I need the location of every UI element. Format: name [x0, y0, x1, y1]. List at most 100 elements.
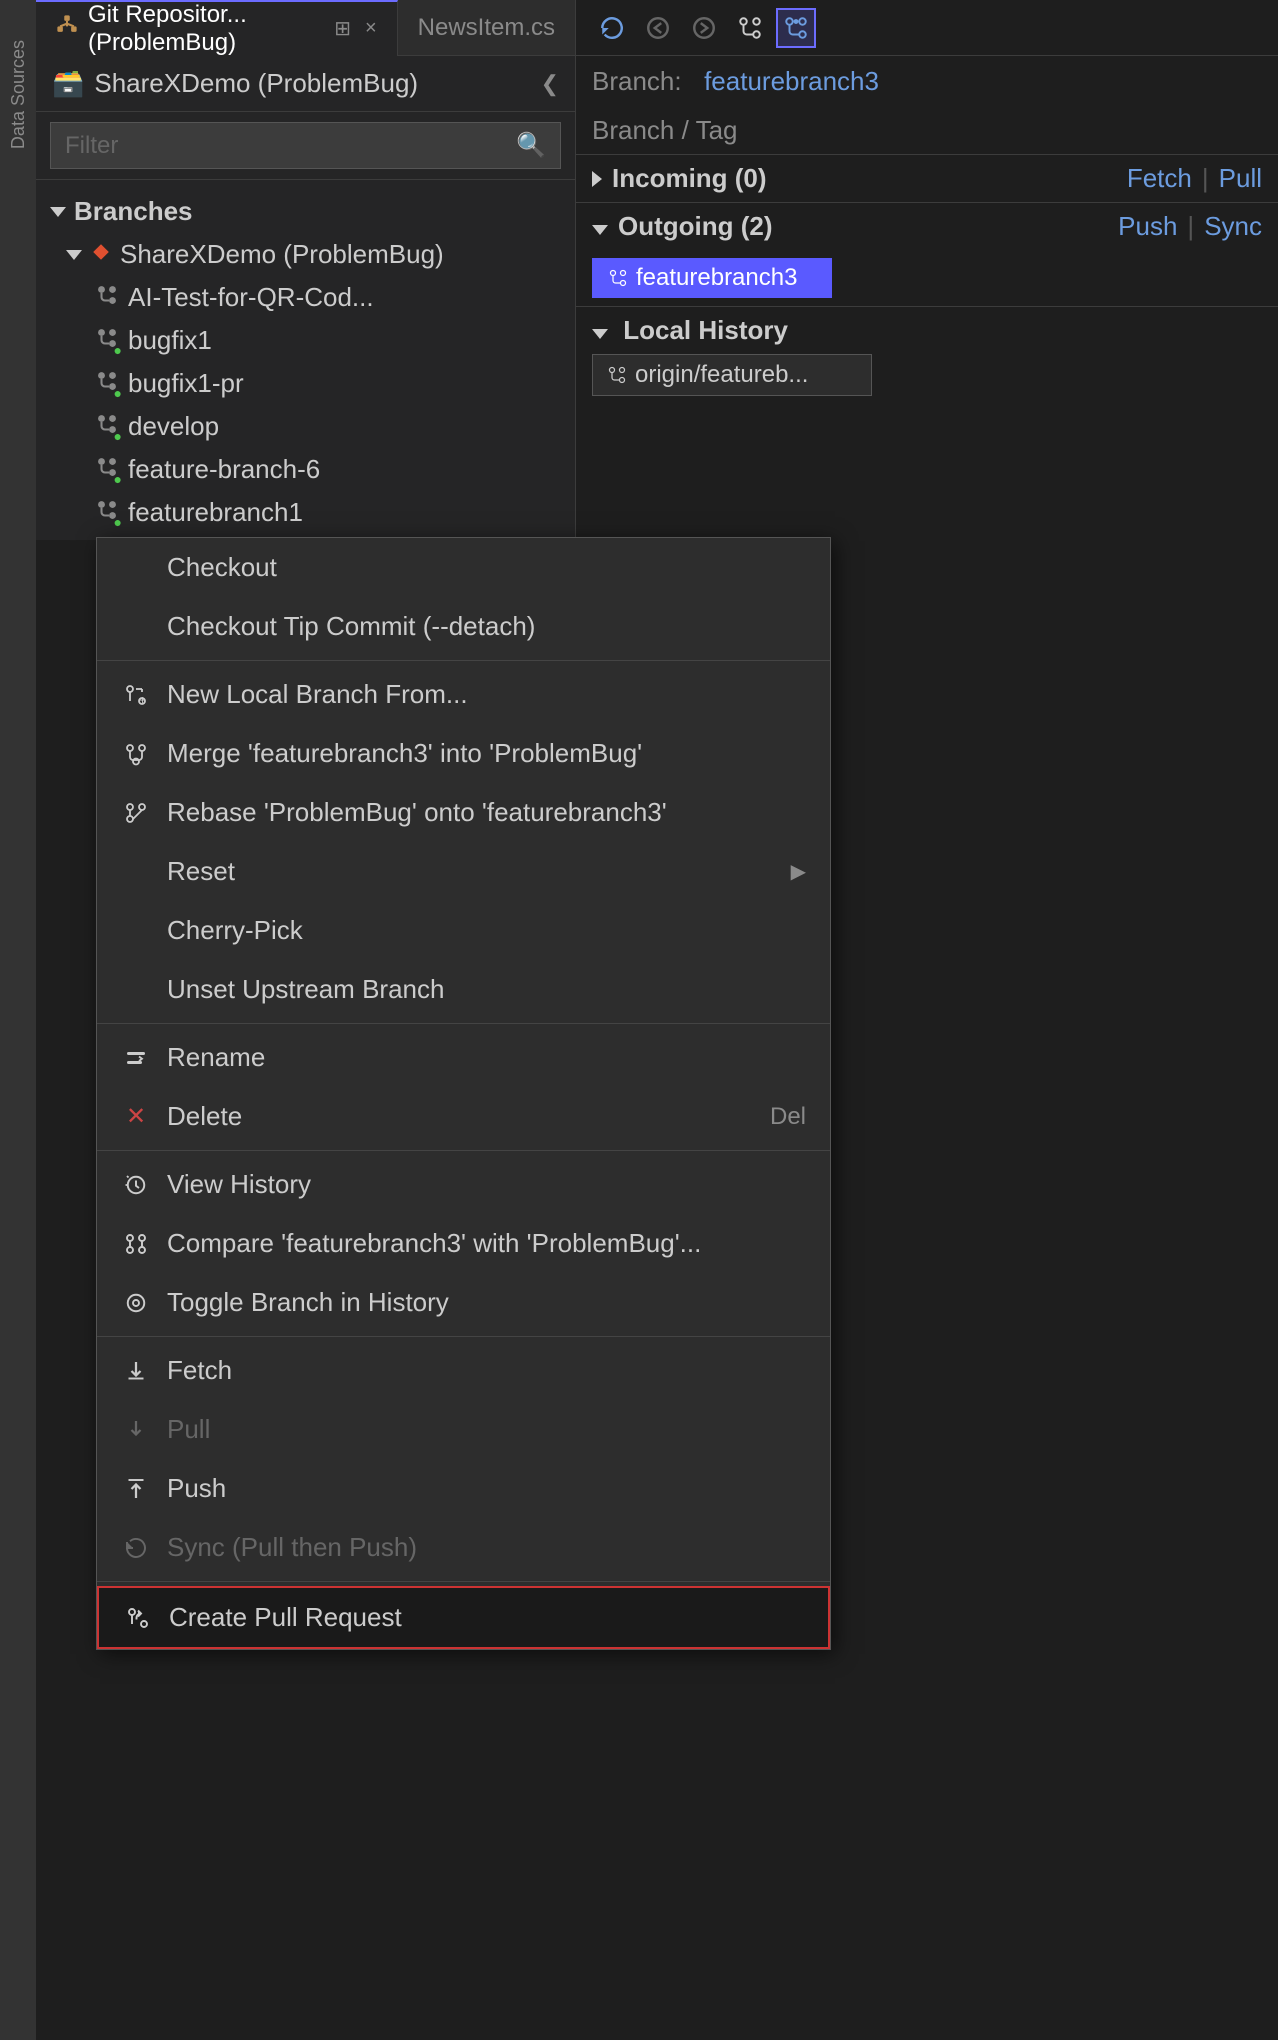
divider-1: [97, 660, 830, 661]
menu-cherry-pick[interactable]: Cherry-Pick: [97, 901, 830, 960]
merge-icon: [121, 742, 151, 766]
branch-item-3[interactable]: ● develop: [36, 405, 575, 448]
menu-rebase-label: Rebase 'ProblemBug' onto 'featurebranch3…: [167, 797, 806, 828]
menu-merge[interactable]: Merge 'featurebranch3' into 'ProblemBug': [97, 724, 830, 783]
outgoing-divider: |: [1187, 211, 1194, 242]
menu-new-branch[interactable]: + New Local Branch From...: [97, 665, 830, 724]
local-history-label: Local History: [623, 315, 788, 345]
menu-delete[interactable]: ✕ Delete Del: [97, 1087, 830, 1146]
branches-label: Branches: [74, 196, 193, 227]
tab-newsitem[interactable]: NewsItem.cs: [398, 0, 575, 56]
fetch-button[interactable]: Fetch: [1127, 163, 1192, 194]
divider-5: [97, 1581, 830, 1582]
branch-icon-4: ●: [96, 454, 118, 485]
repo-collapse-icon[interactable]: ❮: [541, 71, 559, 97]
divider-4: [97, 1336, 830, 1337]
branch-icon-3: ●: [96, 411, 118, 442]
divider-2: [97, 1023, 830, 1024]
pull-icon: [121, 1418, 151, 1442]
rename-icon: [121, 1046, 151, 1070]
menu-reset[interactable]: Reset ▶: [97, 842, 830, 901]
tab-git-repo[interactable]: Git Repositor... (ProblemBug) ⊞ ×: [36, 0, 398, 56]
local-history-header: Local History: [592, 315, 1262, 346]
menu-toggle-branch-history[interactable]: Toggle Branch in History: [97, 1273, 830, 1332]
menu-view-history[interactable]: View History: [97, 1155, 830, 1214]
menu-cherry-pick-label: Cherry-Pick: [167, 915, 806, 946]
filter-bar: Filter 🔍: [36, 112, 575, 180]
menu-checkout-tip[interactable]: Checkout Tip Commit (--detach): [97, 597, 830, 656]
right-panel: Branch: featurebranch3 Branch / Tag Inco…: [576, 0, 1278, 540]
push-icon: [121, 1477, 151, 1501]
menu-push[interactable]: Push: [97, 1459, 830, 1518]
branch-item-2[interactable]: ● bugfix1-pr: [36, 362, 575, 405]
menu-rebase[interactable]: Rebase 'ProblemBug' onto 'featurebranch3…: [97, 783, 830, 842]
fetch-icon: [121, 1359, 151, 1383]
delete-icon: ✕: [121, 1102, 151, 1131]
branch-info: Branch: featurebranch3: [576, 56, 1278, 107]
menu-create-pr[interactable]: Create Pull Request: [97, 1586, 830, 1649]
menu-pull[interactable]: Pull: [97, 1400, 830, 1459]
branch-item-5[interactable]: ● featurebranch1: [36, 491, 575, 534]
branch-chip[interactable]: featurebranch3: [592, 258, 832, 298]
menu-reset-label: Reset: [167, 856, 775, 887]
forward-button[interactable]: [684, 8, 724, 48]
rebase-icon: [121, 801, 151, 825]
outgoing-row: Outgoing (2) Push | Sync: [576, 203, 1278, 250]
menu-sync[interactable]: Sync (Pull then Push): [97, 1518, 830, 1577]
outgoing-expand-icon: [592, 211, 608, 242]
branch-tag-label: Branch / Tag: [592, 115, 738, 145]
branch-graph-button[interactable]: [730, 8, 770, 48]
origin-chip-label: origin/featureb...: [635, 361, 808, 389]
menu-view-history-label: View History: [167, 1169, 806, 1200]
incoming-actions: Fetch | Pull: [1127, 163, 1262, 194]
menu-fetch[interactable]: Fetch: [97, 1341, 830, 1400]
menu-checkout[interactable]: Checkout: [97, 538, 830, 597]
back-button[interactable]: [638, 8, 678, 48]
origin-chip[interactable]: origin/featureb...: [592, 354, 872, 396]
filter-placeholder: Filter: [65, 132, 118, 160]
branch-item-4[interactable]: ● feature-branch-6: [36, 448, 575, 491]
branches-header[interactable]: Branches: [36, 190, 575, 233]
branch-item-0[interactable]: AI-Test-for-QR-Cod...: [36, 276, 575, 319]
menu-sync-label: Sync (Pull then Push): [167, 1532, 806, 1563]
tab-bar: Git Repositor... (ProblemBug) ⊞ × NewsIt…: [36, 0, 575, 56]
menu-delete-label: Delete: [167, 1101, 754, 1132]
menu-compare-label: Compare 'featurebranch3' with 'ProblemBu…: [167, 1228, 806, 1259]
branch-view-button[interactable]: [776, 8, 816, 48]
repo-icon: 🗃️: [52, 68, 84, 99]
tab-pin-icon: ⊞: [334, 16, 351, 41]
compare-icon: [121, 1232, 151, 1256]
tab-close-icon[interactable]: ×: [365, 17, 377, 40]
menu-new-branch-label: New Local Branch From...: [167, 679, 806, 710]
repo-header[interactable]: 🗃️ ShareXDemo (ProblemBug) ❮: [36, 56, 575, 112]
menu-compare[interactable]: Compare 'featurebranch3' with 'ProblemBu…: [97, 1214, 830, 1273]
sync-button[interactable]: Sync: [1204, 211, 1262, 242]
menu-unset-upstream[interactable]: Unset Upstream Branch: [97, 960, 830, 1019]
tab-git-repo-label: Git Repositor... (ProblemBug): [88, 1, 320, 57]
filter-input-container[interactable]: Filter 🔍: [50, 122, 561, 169]
sync-icon: [121, 1536, 151, 1560]
git-repo-icon: [56, 14, 78, 43]
menu-fetch-label: Fetch: [167, 1355, 806, 1386]
action-divider: |: [1202, 163, 1209, 194]
branch-name-1: bugfix1: [128, 325, 212, 356]
outgoing-actions: Push | Sync: [1118, 211, 1262, 242]
menu-rename-label: Rename: [167, 1042, 806, 1073]
menu-pull-label: Pull: [167, 1414, 806, 1445]
menu-unset-upstream-label: Unset Upstream Branch: [167, 974, 806, 1005]
branch-item-1[interactable]: ● bugfix1: [36, 319, 575, 362]
repo-diamond-icon: [90, 239, 112, 270]
repo-branch-header[interactable]: ShareXDemo (ProblemBug): [36, 233, 575, 276]
refresh-button[interactable]: [592, 8, 632, 48]
branch-icon-0: [96, 282, 118, 313]
local-history-expand-icon: [592, 329, 608, 339]
branch-label: Branch:: [592, 66, 682, 96]
menu-toggle-branch-history-label: Toggle Branch in History: [167, 1287, 806, 1318]
menu-rename[interactable]: Rename: [97, 1028, 830, 1087]
svg-text:+: +: [139, 693, 146, 707]
branch-value: featurebranch3: [704, 66, 879, 96]
pull-button[interactable]: Pull: [1219, 163, 1262, 194]
branch-icon-1: ●: [96, 325, 118, 356]
right-toolbar: [576, 0, 1278, 56]
push-button[interactable]: Push: [1118, 211, 1177, 242]
